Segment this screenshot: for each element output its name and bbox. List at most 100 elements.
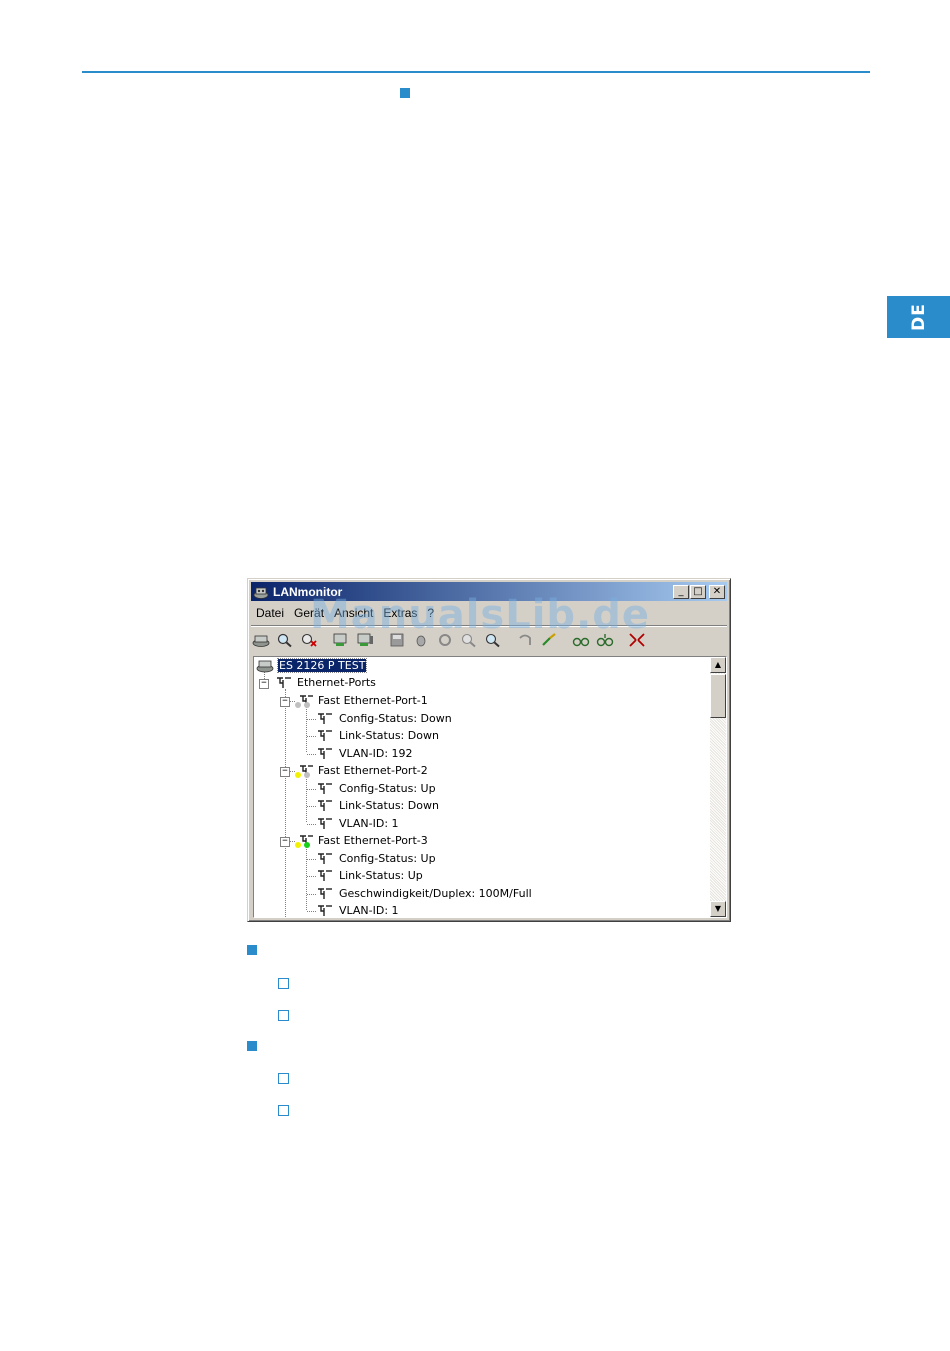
tree-guide xyxy=(307,736,316,737)
port-status-icon xyxy=(295,694,314,708)
tree-port-property[interactable]: VLAN-ID: 1 xyxy=(316,902,400,918)
tree-port-property[interactable]: Config-Status: Up xyxy=(316,780,437,797)
tree-group-label: Ethernet-Ports xyxy=(297,676,376,689)
tree-guide xyxy=(306,776,307,822)
tree-guide xyxy=(307,911,316,912)
property-label: VLAN-ID: 192 xyxy=(339,747,413,760)
monitor-add-icon[interactable] xyxy=(331,631,351,649)
refresh-icon[interactable] xyxy=(435,631,455,649)
expander-port-3[interactable]: − xyxy=(280,837,290,847)
tree-port-2[interactable]: Fast Ethernet-Port-2 xyxy=(295,762,429,779)
language-tab-label: DE xyxy=(908,303,929,331)
port-led-left xyxy=(295,701,301,708)
device-tree[interactable]: ES 2126 P TEST − Ethernet-Ports − Fast Et… xyxy=(253,656,727,918)
glasses-icon[interactable] xyxy=(571,631,591,649)
tree-port-property[interactable]: VLAN-ID: 192 xyxy=(316,745,414,762)
tree-guide xyxy=(307,789,316,790)
expander-port-2[interactable]: − xyxy=(280,767,290,777)
property-icon xyxy=(316,799,335,813)
title-bar[interactable]: LANmonitor _ □ ✕ xyxy=(251,582,727,601)
tree-guide xyxy=(307,876,316,877)
port-label: Fast Ethernet-Port-3 xyxy=(318,834,428,847)
scroll-thumb[interactable] xyxy=(710,674,726,718)
bullet-square xyxy=(400,88,410,98)
menu-extras[interactable]: Extras xyxy=(378,606,422,620)
ethernet-port-icon xyxy=(274,676,293,690)
menu-separator xyxy=(251,625,727,627)
menu-geraet[interactable]: Gerät xyxy=(289,606,329,620)
tree-port-1[interactable]: Fast Ethernet-Port-1 xyxy=(295,692,429,709)
tree-guide xyxy=(307,719,316,720)
property-label: Link-Status: Up xyxy=(339,869,423,882)
expander-ethernet-ports[interactable]: − xyxy=(259,679,269,689)
tree-port-property[interactable]: Geschwindigkeit/Duplex: 100M/Full xyxy=(316,885,533,902)
property-label: Link-Status: Down xyxy=(339,729,439,742)
property-icon xyxy=(316,747,335,761)
property-icon xyxy=(316,729,335,743)
minimize-icon: _ xyxy=(678,585,684,597)
tree-guide xyxy=(285,689,286,917)
port-status-icon xyxy=(295,764,314,778)
scroll-up-button[interactable]: ▲ xyxy=(710,657,726,673)
bullet-hollow xyxy=(278,1073,289,1084)
tree-port-property[interactable]: Config-Status: Up xyxy=(316,850,437,867)
monitor-icon[interactable] xyxy=(355,631,375,649)
bullet-hollow xyxy=(278,1010,289,1021)
vertical-scrollbar[interactable]: ▲ ▼ xyxy=(710,657,726,917)
toolbar xyxy=(251,629,727,651)
language-tab[interactable]: DE xyxy=(887,296,950,338)
tree-guide xyxy=(307,859,316,860)
tree-content: ES 2126 P TEST − Ethernet-Ports − Fast Et… xyxy=(254,657,710,917)
glasses-icon-2[interactable] xyxy=(595,631,615,649)
delete-icon[interactable] xyxy=(299,631,319,649)
save-icon[interactable] xyxy=(387,631,407,649)
property-label: VLAN-ID: 1 xyxy=(339,817,399,830)
tree-port-3[interactable]: Fast Ethernet-Port-3 xyxy=(295,832,429,849)
property-icon xyxy=(316,904,335,918)
property-icon xyxy=(316,869,335,883)
tree-port-property[interactable]: Link-Status: Down xyxy=(316,727,440,744)
tree-port-property[interactable]: Link-Status: Up xyxy=(316,867,424,884)
lanmonitor-window: LANmonitor _ □ ✕ Datei Gerät Ansicht Ext… xyxy=(247,578,731,922)
tree-port-property[interactable]: Link-Status: Down xyxy=(316,797,440,814)
zoom-icon[interactable] xyxy=(459,631,479,649)
lanmonitor-app-icon xyxy=(253,585,269,599)
property-icon xyxy=(316,887,335,901)
search-icon[interactable] xyxy=(275,631,295,649)
tree-group-ethernet-ports[interactable]: Ethernet-Ports xyxy=(274,674,377,691)
tree-port-property[interactable]: Config-Status: Down xyxy=(316,710,453,727)
maximize-button[interactable]: □ xyxy=(690,584,706,599)
window-title: LANmonitor xyxy=(273,584,343,599)
find-icon[interactable] xyxy=(483,631,503,649)
undo-icon[interactable] xyxy=(515,631,535,649)
property-icon xyxy=(316,817,335,831)
tree-guide xyxy=(307,824,316,825)
bullet-square xyxy=(247,1041,257,1051)
tree-root[interactable]: ES 2126 P TEST xyxy=(256,657,368,674)
device-icon xyxy=(256,659,275,673)
tree-port-property[interactable]: VLAN-ID: 1 xyxy=(316,815,400,832)
print-icon[interactable] xyxy=(411,631,431,649)
connect-icon[interactable] xyxy=(539,631,559,649)
port-led-left xyxy=(295,841,301,848)
property-label: Geschwindigkeit/Duplex: 100M/Full xyxy=(339,887,532,900)
top-rule xyxy=(82,71,870,73)
device-icon[interactable] xyxy=(251,631,271,649)
scroll-down-button[interactable]: ▼ xyxy=(710,901,726,917)
expander-port-1[interactable]: − xyxy=(280,697,290,707)
collapse-icon[interactable] xyxy=(627,631,647,649)
menu-datei[interactable]: Datei xyxy=(251,606,289,620)
property-label: Config-Status: Up xyxy=(339,852,436,865)
property-icon xyxy=(316,782,335,796)
menu-ansicht[interactable]: Ansicht xyxy=(329,606,378,620)
port-label: Fast Ethernet-Port-1 xyxy=(318,694,428,707)
close-button[interactable]: ✕ xyxy=(709,584,725,599)
scroll-up-icon: ▲ xyxy=(714,660,722,669)
minimize-button[interactable]: _ xyxy=(673,584,689,599)
property-label: Link-Status: Down xyxy=(339,799,439,812)
menu-help[interactable]: ? xyxy=(422,606,439,620)
tree-guide xyxy=(306,706,307,752)
tree-root-label: ES 2126 P TEST xyxy=(276,658,368,673)
tree-guide xyxy=(307,806,316,807)
property-icon xyxy=(316,852,335,866)
